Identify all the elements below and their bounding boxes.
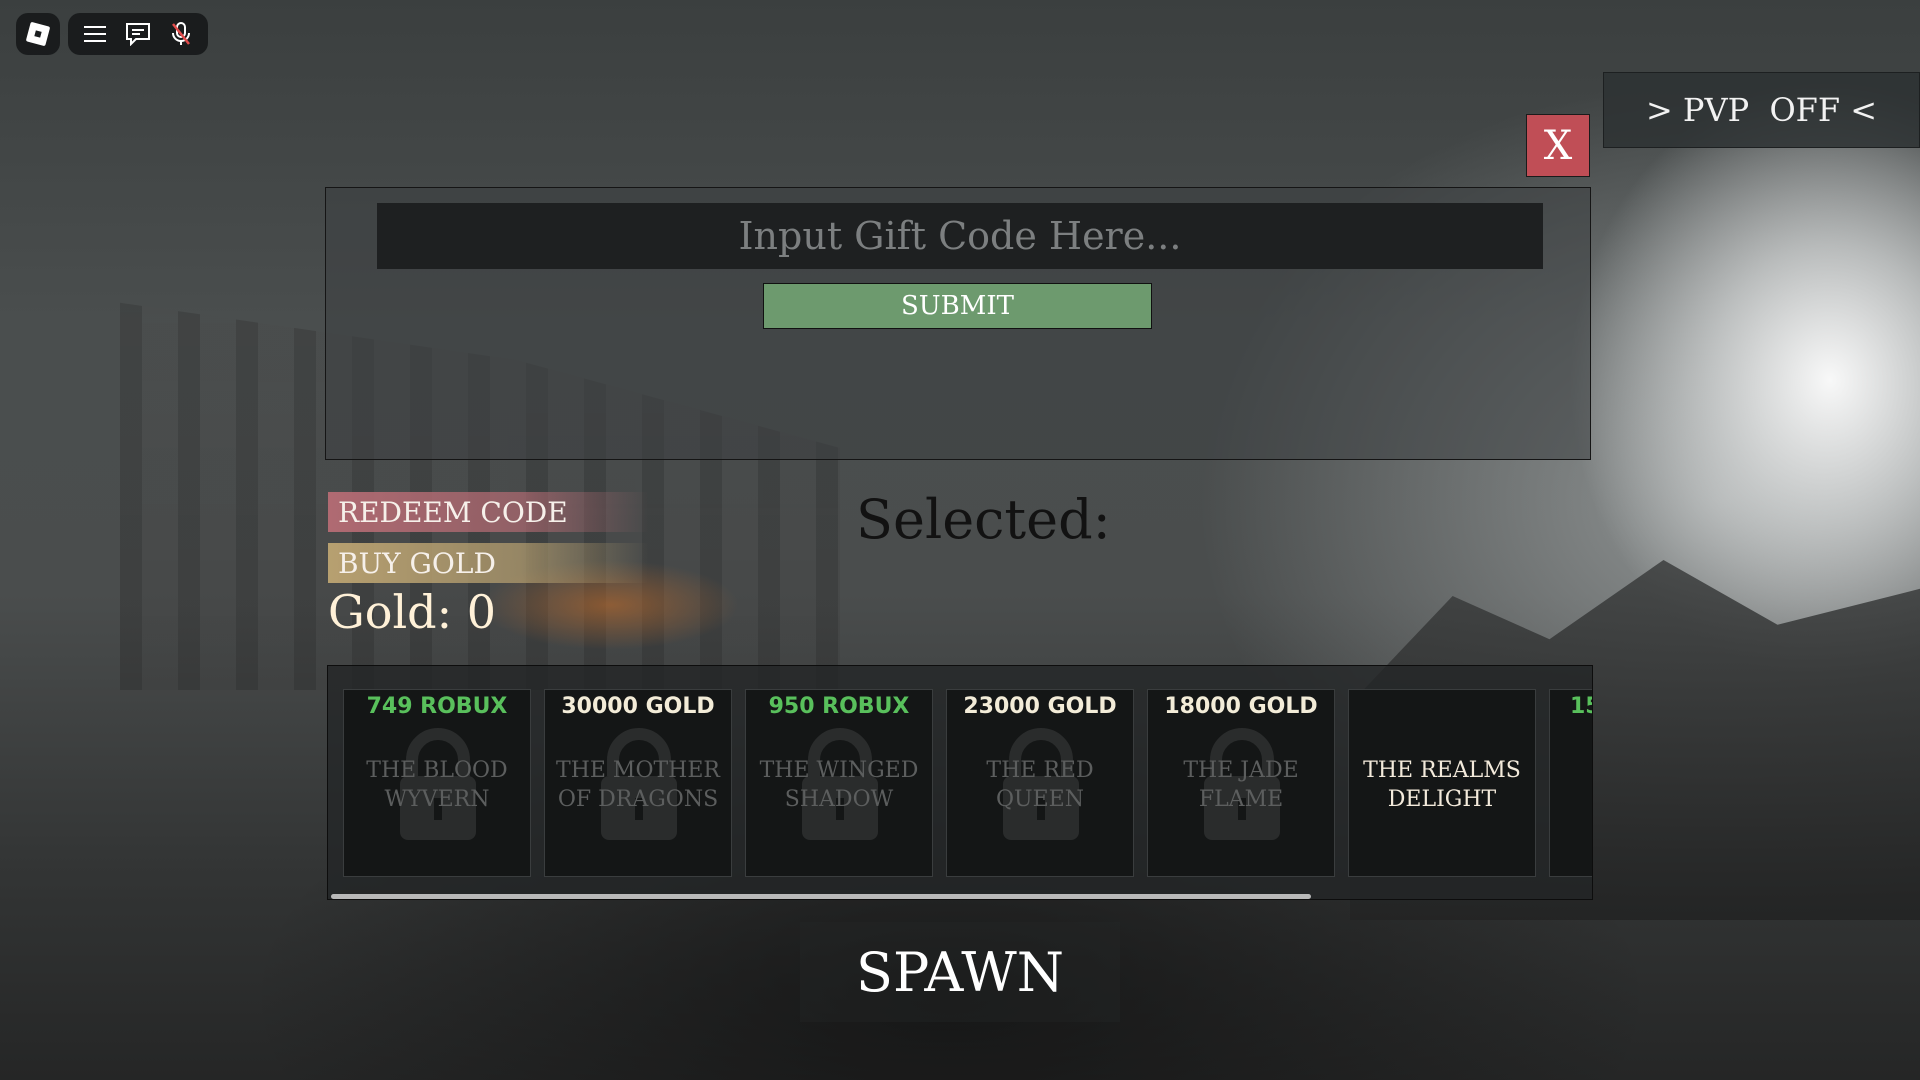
- chat-icon[interactable]: [123, 19, 153, 49]
- dragon-cards: 749 ROBUX THE BLOOD WYVERN 30000 GOLD TH…: [343, 689, 1592, 877]
- buy-gold-button[interactable]: BUY GOLD: [328, 543, 648, 583]
- pvp-toggle-button[interactable]: > PVP OFF <: [1603, 72, 1920, 148]
- roblox-topbar: [68, 13, 208, 55]
- redeem-code-button[interactable]: REDEEM CODE: [328, 492, 648, 532]
- gift-code-input[interactable]: [377, 203, 1543, 269]
- dragon-card[interactable]: 30000 GOLD THE MOTHER OF DRAGONS: [544, 689, 732, 877]
- dragon-card[interactable]: 950 ROBUX THE WINGED SHADOW: [745, 689, 933, 877]
- dragon-price: 30000 GOLD: [561, 694, 715, 719]
- roblox-logo-icon: [25, 21, 51, 47]
- dragon-card[interactable]: 749 ROBUX THE BLOOD WYVERN: [343, 689, 531, 877]
- dragon-name: THE MOTHER OF DRAGONS: [556, 758, 720, 812]
- dragon-price: 15: [1570, 694, 1592, 719]
- dragon-card[interactable]: 18000 GOLD THE JADE FLAME: [1147, 689, 1335, 877]
- dragon-price: 950 ROBUX: [768, 694, 910, 719]
- dragon-name: THE WINGED SHADOW: [759, 758, 919, 812]
- dragon-name: THE BLOOD WYVERN: [366, 758, 508, 812]
- dragon-name: THE RED QUEEN: [986, 758, 1094, 812]
- spawn-button[interactable]: SPAWN: [800, 922, 1120, 1022]
- dragon-card[interactable]: 23000 GOLD THE RED QUEEN: [946, 689, 1134, 877]
- horizontal-scrollbar[interactable]: [331, 894, 1311, 899]
- dragon-card[interactable]: 15: [1549, 689, 1592, 877]
- hamburger-menu-icon[interactable]: [80, 19, 110, 49]
- dragon-price: 749 ROBUX: [366, 694, 508, 719]
- gold-balance: Gold: 0: [328, 585, 496, 639]
- dragon-name: THE JADE FLAME: [1183, 758, 1299, 812]
- roblox-logo-button[interactable]: [16, 13, 60, 55]
- submit-button[interactable]: SUBMIT: [763, 283, 1152, 329]
- close-button[interactable]: X: [1526, 114, 1590, 177]
- dragon-card[interactable]: THE REALMS DELIGHT: [1348, 689, 1536, 877]
- gift-code-panel: SUBMIT: [325, 187, 1591, 460]
- dragon-price: 18000 GOLD: [1164, 694, 1318, 719]
- dragon-list-panel[interactable]: 749 ROBUX THE BLOOD WYVERN 30000 GOLD TH…: [327, 665, 1593, 900]
- selected-label: Selected:: [856, 488, 1111, 551]
- dragon-price: 23000 GOLD: [963, 694, 1117, 719]
- microphone-muted-icon[interactable]: [166, 19, 196, 49]
- dragon-name: THE REALMS DELIGHT: [1363, 758, 1521, 812]
